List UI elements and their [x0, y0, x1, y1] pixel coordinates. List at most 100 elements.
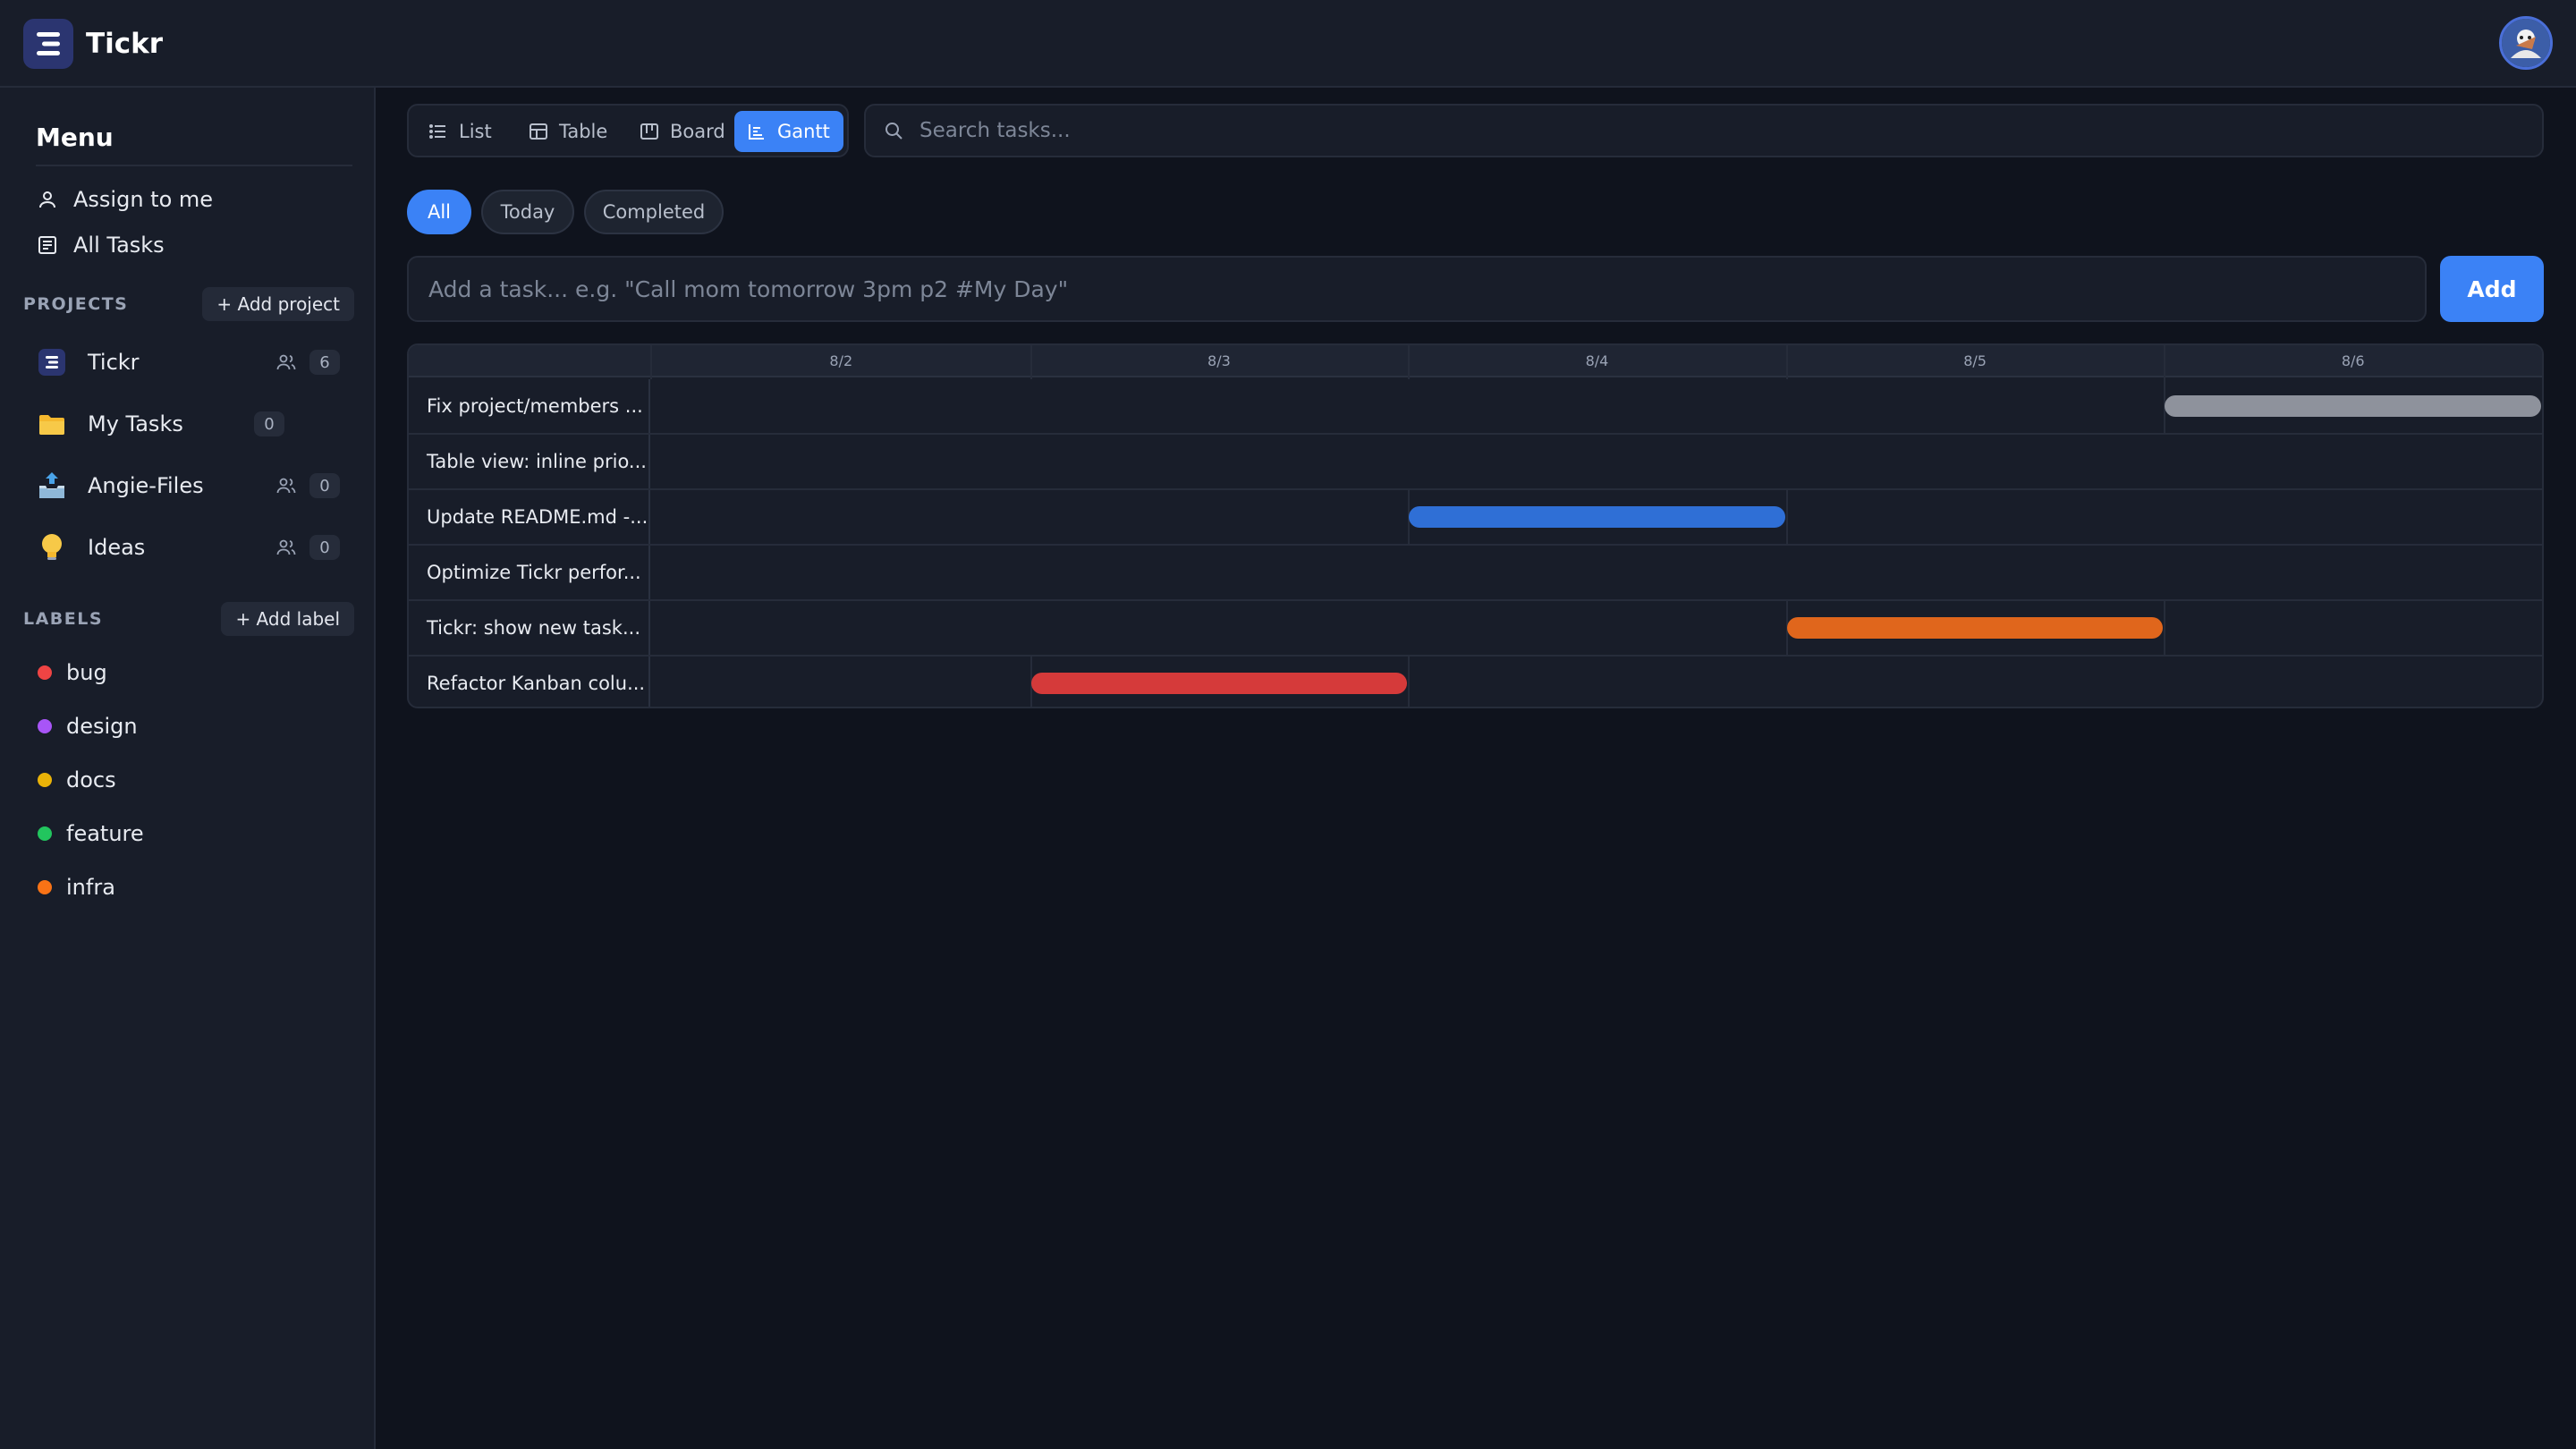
- board-icon: [640, 123, 658, 140]
- label-dot: [38, 719, 52, 733]
- tab-table[interactable]: Table: [516, 111, 620, 152]
- gantt-chart: 8/2 8/3 8/4 8/5 8/6 Fix project/members ... T…: [407, 343, 2544, 708]
- project-name: My Tasks: [88, 411, 183, 436]
- members-icon: [275, 352, 297, 373]
- gantt-column-divider: [2164, 345, 2166, 379]
- label-dot: [38, 880, 52, 894]
- gantt-date-label: 8/5: [1963, 352, 1987, 369]
- add-project-button[interactable]: + Add project: [202, 287, 354, 321]
- gantt-guide-line: [1785, 490, 1788, 546]
- project-tickr[interactable]: Tickr 6: [36, 337, 340, 387]
- sidebar: Menu Assign to me All Tasks PROJECTS + A…: [0, 88, 376, 1449]
- projects-label: PROJECTS: [23, 294, 129, 314]
- label-dot: [38, 826, 52, 841]
- gantt-bar[interactable]: [2165, 395, 2541, 417]
- project-name: Tickr: [88, 350, 140, 375]
- gantt-bar[interactable]: [1409, 506, 1785, 528]
- project-count: 0: [309, 535, 340, 560]
- labels-label: LABELS: [23, 609, 104, 629]
- gantt-column-divider: [650, 345, 652, 379]
- gantt-bar[interactable]: [1030, 673, 1408, 694]
- add-task-button[interactable]: Add: [2440, 256, 2544, 322]
- tickr-logo-icon[interactable]: [23, 19, 73, 69]
- gantt-column-divider: [1408, 345, 1411, 379]
- nav-label: All Tasks: [73, 233, 165, 258]
- project-ideas[interactable]: Ideas 0: [36, 522, 340, 572]
- tab-label: Board: [670, 121, 725, 142]
- nav-all-tasks[interactable]: All Tasks: [36, 225, 352, 265]
- add-task-input[interactable]: Add a task... e.g. "Call mom tomorrow 3p…: [407, 256, 2427, 322]
- label-infra[interactable]: infra: [38, 868, 115, 907]
- gantt-row[interactable]: Update README.md -...: [409, 490, 2542, 546]
- tickr-logo-icon: [36, 346, 68, 378]
- gantt-row[interactable]: Tickr: show new task...: [409, 601, 2542, 657]
- gantt-row[interactable]: Refactor Kanban colu...: [409, 657, 2542, 707]
- tab-list[interactable]: List: [416, 111, 504, 152]
- gantt-guide-line: [2164, 601, 2166, 657]
- gantt-column-divider: [1030, 345, 1032, 379]
- label-name: infra: [66, 875, 115, 900]
- tab-board[interactable]: Board: [627, 111, 738, 152]
- filter-today[interactable]: Today: [481, 190, 574, 234]
- gantt-task-name[interactable]: Table view: inline prio...: [409, 435, 650, 488]
- label-dot: [38, 773, 52, 787]
- projects-header: PROJECTS + Add project: [23, 286, 354, 322]
- gantt-row[interactable]: Table view: inline prio...: [409, 435, 2542, 490]
- label-name: feature: [66, 821, 144, 846]
- project-name: Angie-Files: [88, 473, 204, 498]
- nav-assign-to-me[interactable]: Assign to me: [36, 180, 352, 219]
- user-icon: [36, 188, 59, 211]
- gantt-date-label: 8/4: [1585, 352, 1609, 369]
- search-input[interactable]: Search tasks...: [864, 104, 2544, 157]
- gantt-row[interactable]: Optimize Tickr perfor...: [409, 546, 2542, 601]
- label-feature[interactable]: feature: [38, 814, 144, 853]
- project-count: 0: [254, 411, 284, 436]
- tab-label: List: [459, 121, 492, 142]
- gantt-date-label: 8/2: [829, 352, 853, 369]
- add-task-placeholder: Add a task... e.g. "Call mom tomorrow 3p…: [428, 275, 1069, 302]
- project-my-tasks[interactable]: My Tasks 0: [36, 399, 340, 449]
- gantt-task-name[interactable]: Refactor Kanban colu...: [409, 657, 650, 707]
- project-name: Ideas: [88, 535, 146, 560]
- gantt-task-name[interactable]: Fix project/members ...: [409, 379, 650, 433]
- search-placeholder: Search tasks...: [919, 119, 1071, 142]
- gantt-header: 8/2 8/3 8/4 8/5 8/6: [409, 345, 2542, 379]
- tab-gantt[interactable]: Gantt: [734, 111, 843, 152]
- gantt-date-label: 8/3: [1208, 352, 1231, 369]
- list-box-icon: [36, 233, 59, 257]
- gantt-guide-line: [1408, 657, 1411, 707]
- gantt-task-name[interactable]: Update README.md -...: [409, 490, 650, 544]
- gantt-bar[interactable]: [1786, 617, 2164, 639]
- label-bug[interactable]: bug: [38, 653, 107, 692]
- top-bar: Tickr: [0, 0, 2576, 88]
- gantt-date-label: 8/6: [2341, 352, 2365, 369]
- filter-completed[interactable]: Completed: [584, 190, 724, 234]
- list-icon: [429, 124, 445, 139]
- nav-label: Assign to me: [73, 187, 214, 212]
- gantt-task-name[interactable]: Optimize Tickr perfor...: [409, 546, 650, 599]
- tab-label: Gantt: [777, 121, 830, 142]
- user-avatar[interactable]: [2499, 16, 2553, 70]
- project-count: 6: [309, 350, 340, 375]
- project-angie-files[interactable]: Angie-Files 0: [36, 461, 340, 511]
- tab-label: Table: [559, 121, 608, 142]
- gantt-icon: [749, 124, 764, 140]
- gantt-column-divider: [1785, 345, 1788, 379]
- lightbulb-icon: [36, 531, 68, 564]
- inbox-tray-icon: [36, 470, 68, 502]
- folder-icon: [36, 408, 68, 440]
- label-name: bug: [66, 660, 107, 685]
- menu-divider: [36, 165, 352, 166]
- add-label-button[interactable]: + Add label: [221, 602, 354, 636]
- search-icon: [886, 123, 902, 140]
- members-icon: [275, 475, 297, 496]
- label-dot: [38, 665, 52, 680]
- label-docs[interactable]: docs: [38, 760, 116, 800]
- gantt-task-name[interactable]: Tickr: show new task...: [409, 601, 650, 655]
- members-icon: [275, 537, 297, 558]
- view-tabs: List Table Board Gantt: [407, 104, 849, 157]
- label-design[interactable]: design: [38, 707, 138, 746]
- gantt-row[interactable]: Fix project/members ...: [409, 379, 2542, 435]
- table-icon: [530, 123, 547, 140]
- filter-all[interactable]: All: [407, 190, 471, 234]
